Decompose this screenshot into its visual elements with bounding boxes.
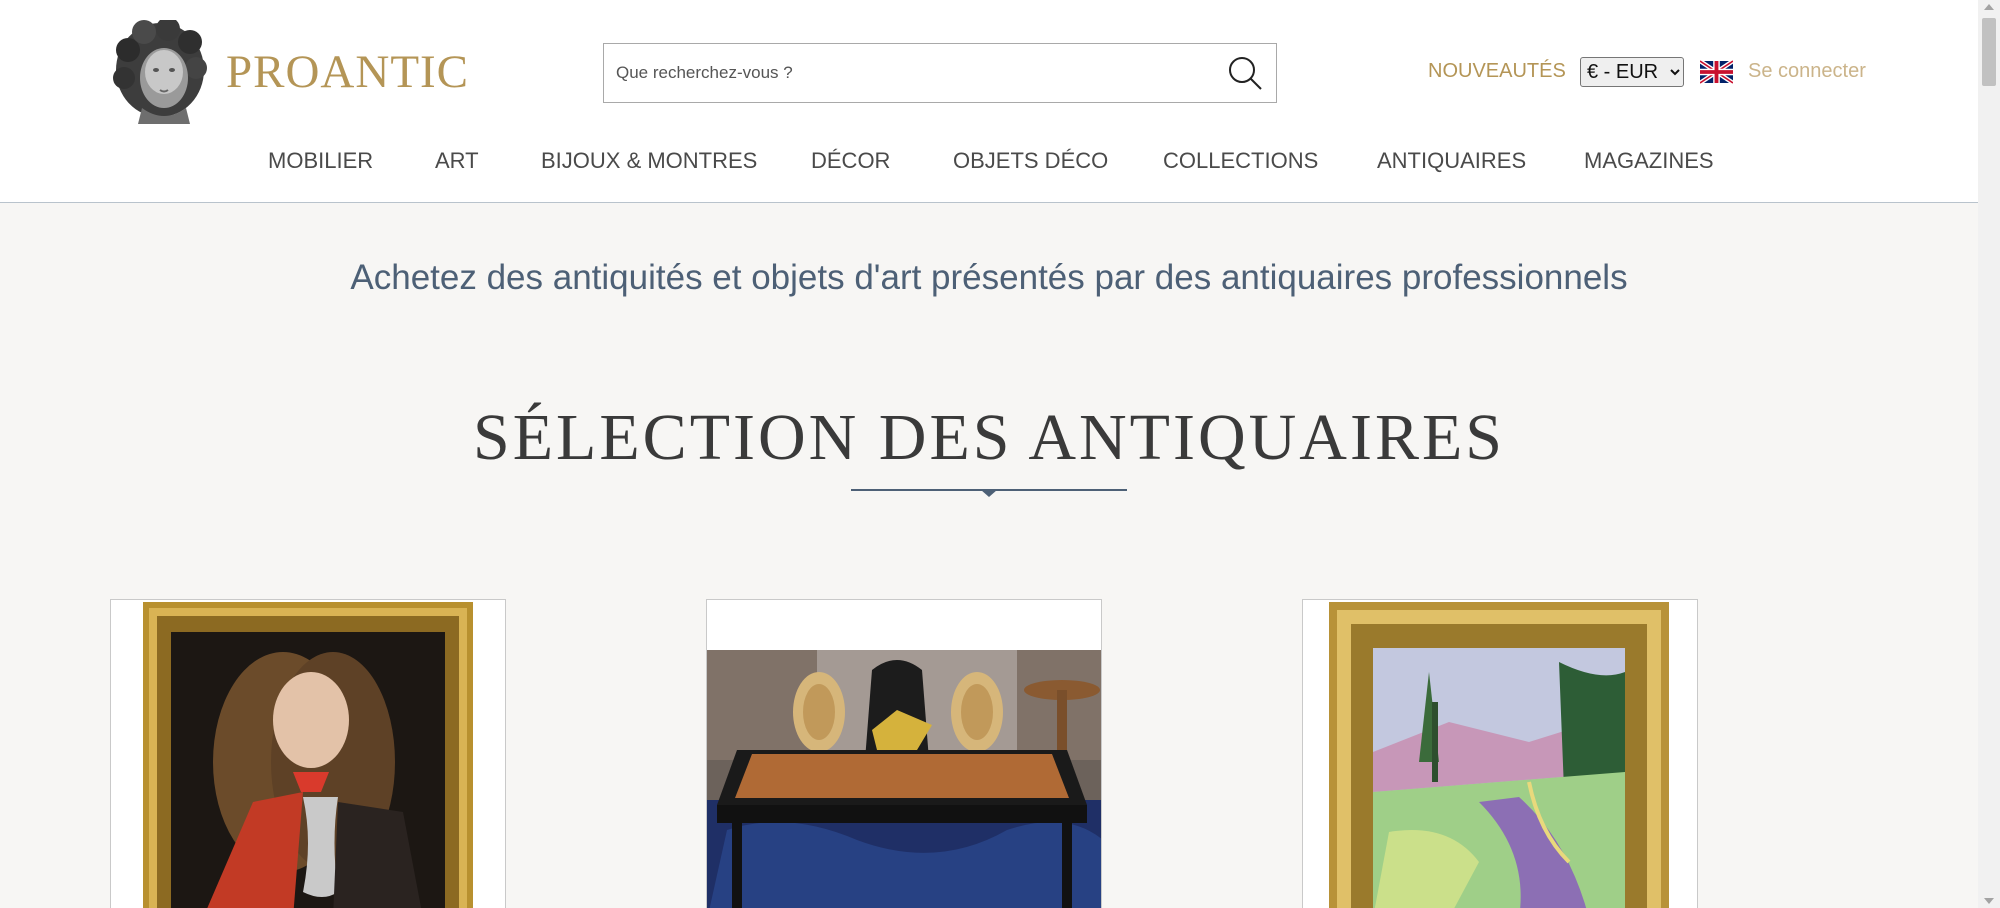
nav-item-decor[interactable]: DÉCOR [811, 148, 890, 174]
new-items-link[interactable]: NOUVEAUTÉS [1428, 60, 1566, 83]
section-title: SÉLECTION DES ANTIQUAIRES [473, 401, 1505, 474]
main-nav: MOBILIER ART BIJOUX & MONTRES DÉCOR OBJE… [0, 148, 1978, 180]
page-scrollbar[interactable] [1978, 0, 2000, 908]
nav-item-art[interactable]: ART [435, 148, 479, 174]
uk-flag-icon[interactable] [1700, 60, 1733, 84]
search-box [603, 43, 1277, 103]
nav-item-bijoux-montres[interactable]: BIJOUX & MONTRES [541, 148, 757, 174]
search-input[interactable] [604, 44, 1204, 102]
product-image-portrait [143, 602, 473, 908]
scroll-up-arrow-icon[interactable] [1984, 4, 1994, 10]
section-divider [851, 489, 1127, 497]
logo-bust-icon [113, 20, 207, 124]
nav-item-collections[interactable]: COLLECTIONS [1163, 148, 1318, 174]
search-icon[interactable] [1224, 54, 1264, 92]
currency-select[interactable]: € - EUR [1580, 57, 1684, 87]
product-card[interactable] [110, 599, 506, 908]
product-image-desk [707, 650, 1101, 908]
brand-name: PROANTIC [226, 46, 470, 98]
site-header: PROANTIC NOUVEAUTÉS € - EUR Se connecter… [0, 0, 1978, 203]
nav-item-objets-deco[interactable]: OBJETS DÉCO [953, 148, 1108, 174]
nav-item-antiquaires[interactable]: ANTIQUAIRES [1377, 148, 1526, 174]
login-link[interactable]: Se connecter [1748, 60, 1866, 83]
product-card[interactable] [1302, 599, 1698, 908]
logo[interactable]: PROANTIC [110, 20, 469, 124]
scroll-down-arrow-icon[interactable] [1984, 898, 1994, 904]
scrollbar-thumb[interactable] [1982, 18, 1996, 86]
product-card[interactable] [706, 599, 1102, 908]
page-tagline: Achetez des antiquités et objets d'art p… [350, 258, 1628, 297]
nav-item-mobilier[interactable]: MOBILIER [268, 148, 373, 174]
product-image-landscape [1329, 602, 1669, 908]
nav-item-magazines[interactable]: MAGAZINES [1584, 148, 1714, 174]
